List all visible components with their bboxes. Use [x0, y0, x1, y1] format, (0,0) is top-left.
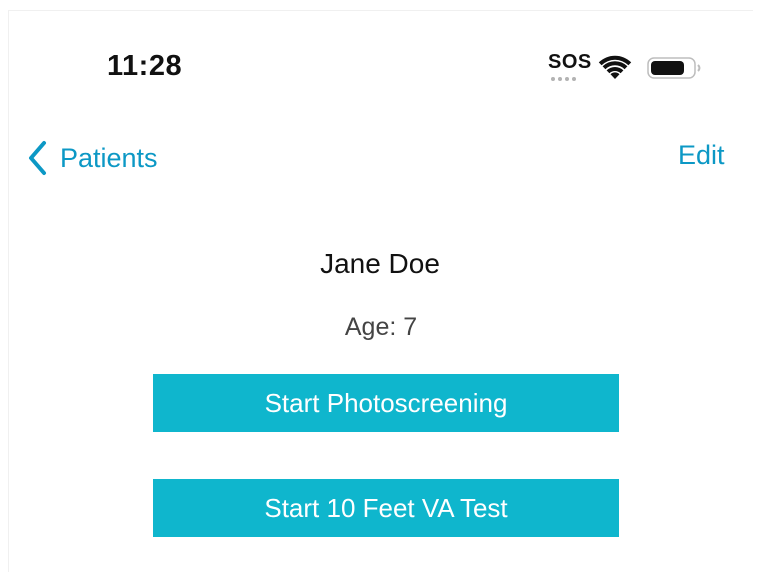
sos-label: SOS: [548, 51, 592, 73]
start-photoscreening-label: Start Photoscreening: [264, 387, 508, 418]
chevron-left-icon: [29, 141, 46, 175]
patient-name: Jane Doe: [320, 248, 440, 279]
sos-signal-dots: [551, 77, 576, 81]
battery-icon: [647, 57, 701, 79]
status-time: 11:28: [107, 50, 183, 82]
edit-button[interactable]: Edit: [678, 140, 725, 171]
patient-age: Age: 7: [0, 313, 760, 342]
back-button[interactable]: Patients: [28, 138, 158, 178]
start-photoscreening-button[interactable]: Start Photoscreening: [153, 374, 619, 432]
patient-age-text: Age: 7: [344, 313, 418, 341]
back-button-label: Patients: [60, 142, 158, 173]
sos-indicator: SOS: [548, 50, 592, 84]
wifi-icon: [598, 55, 632, 79]
status-indicators: SOS: [548, 50, 592, 84]
start-va-test-label: Start 10 Feet VA Test: [264, 492, 508, 523]
start-va-test-button[interactable]: Start 10 Feet VA Test: [153, 479, 619, 537]
